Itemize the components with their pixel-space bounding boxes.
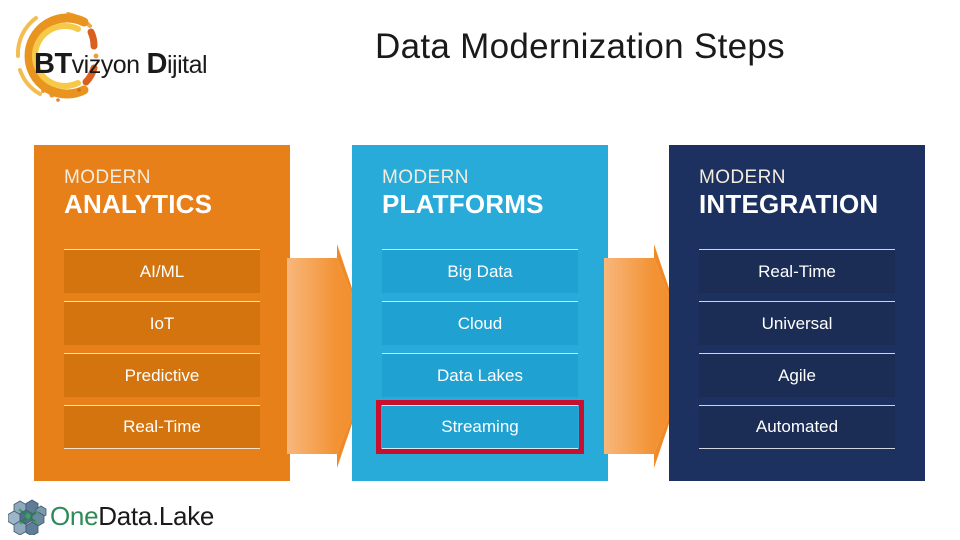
column-headline-platforms: PLATFORMS (382, 189, 544, 220)
column-eyebrow-integration: MODERN (699, 167, 786, 188)
list-item[interactable]: IoT (64, 301, 260, 345)
footer-logo-rest: Data.Lake (98, 500, 215, 531)
list-item[interactable]: Real-Time (699, 249, 895, 293)
column-headline-analytics: ANALYTICS (64, 189, 213, 220)
list-item-label: Real-Time (123, 417, 201, 436)
list-item[interactable]: Data Lakes (382, 353, 578, 397)
column-items-platforms: Big Data Cloud Data Lakes Streaming (376, 249, 584, 454)
list-item[interactable]: Predictive (64, 353, 260, 397)
list-item[interactable]: Cloud (382, 301, 578, 345)
column-modern-integration: MODERN INTEGRATION Real-Time Universal A… (669, 145, 925, 481)
list-item-label: Universal (761, 313, 833, 333)
list-item-label: Data Lakes (437, 365, 523, 385)
list-item-highlighted[interactable]: Streaming (376, 400, 584, 454)
brand-wordmark-vizyon: vizyon (71, 51, 140, 79)
page-title: Data Modernization Steps (375, 27, 785, 66)
brand-wordmark-d: D (146, 48, 168, 80)
column-eyebrow-platforms: MODERN (382, 167, 469, 188)
column-items-analytics: AI/ML IoT Predictive Real-Time (64, 249, 260, 449)
column-header-integration: MODERN INTEGRATION (699, 167, 911, 219)
list-item[interactable]: Automated (699, 405, 895, 449)
list-item-label: AI/ML (139, 261, 185, 281)
list-item-label: Agile (778, 365, 816, 385)
list-item-label: Cloud (457, 313, 503, 333)
list-item-label: IoT (149, 313, 175, 333)
list-item-label: Big Data (447, 261, 513, 281)
brand-wordmark-bt: BT (34, 48, 72, 80)
list-item-label: Predictive (124, 365, 200, 385)
list-item-label: Automated (755, 417, 839, 436)
list-item[interactable]: AI/ML (64, 249, 260, 293)
list-item-label: Streaming (441, 417, 519, 436)
footer-logo-onedatalake: OneData.Lake (8, 495, 214, 537)
hexagon-cluster-icon (8, 499, 47, 535)
column-header-analytics: MODERN ANALYTICS (64, 167, 276, 219)
list-item[interactable]: Real-Time (64, 405, 260, 449)
column-modern-analytics: MODERN ANALYTICS AI/ML IoT Predictive Re… (34, 145, 290, 481)
column-eyebrow-analytics: MODERN (64, 167, 151, 188)
column-items-integration: Real-Time Universal Agile Automated (699, 249, 895, 449)
footer-logo-wordmark: OneData.Lake (50, 501, 214, 532)
column-header-platforms: MODERN PLATFORMS (382, 167, 594, 219)
list-item[interactable]: Big Data (382, 249, 578, 293)
list-item-label: Real-Time (758, 261, 836, 281)
footer-logo-one: One (50, 500, 99, 531)
brand-logo: BTvizyon Dijital (6, 6, 246, 106)
list-item[interactable]: Agile (699, 353, 895, 397)
brand-wordmark: BTvizyon Dijital (34, 48, 208, 81)
brand-wordmark-ijital: ijital (167, 51, 208, 79)
column-modern-platforms: MODERN PLATFORMS Big Data Cloud Data Lak… (352, 145, 608, 481)
list-item[interactable]: Universal (699, 301, 895, 345)
column-headline-integration: INTEGRATION (699, 189, 879, 220)
